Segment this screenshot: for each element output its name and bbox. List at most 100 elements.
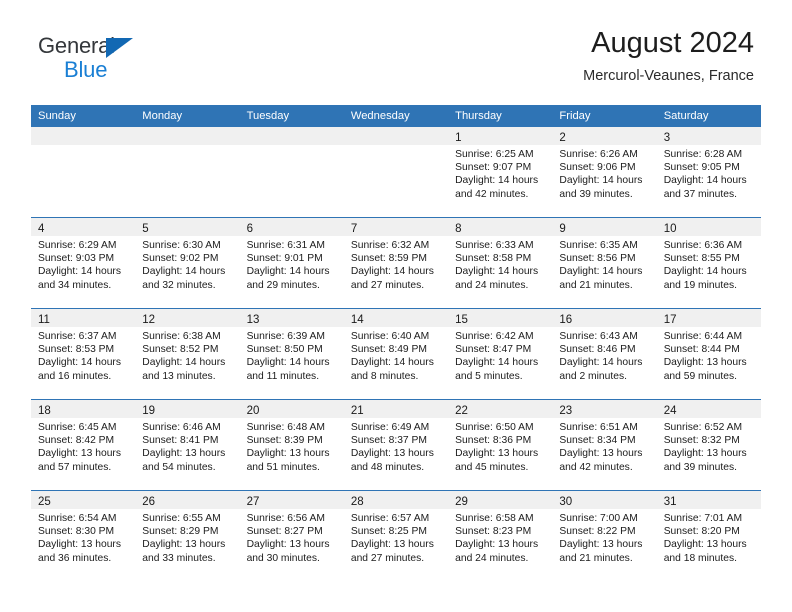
calendar-day-cell[interactable]: 27 Sunrise: 6:56 AM Sunset: 8:27 PM Dayligh… [239, 490, 344, 581]
general-blue-logo: General Blue [38, 33, 258, 85]
weekday-header-sunday: Sunday [31, 105, 136, 127]
daylight-text-line1: Daylight: 14 hours [559, 175, 643, 187]
day-details: Sunrise: 6:35 AM Sunset: 8:56 PM Daylight:… [552, 236, 656, 292]
day-number: 24 [663, 405, 677, 417]
daylight-text-line2: and 29 minutes. [246, 279, 320, 291]
day-number-band: 5 [135, 218, 240, 236]
calendar-day-cell[interactable]: 7 Sunrise: 6:32 AM Sunset: 8:59 PM Daylight… [343, 217, 449, 309]
daylight-text-line2: and 30 minutes. [246, 552, 320, 564]
sunrise-text: Sunrise: 6:29 AM [38, 240, 117, 251]
sunset-text: Sunset: 8:49 PM [350, 344, 427, 356]
day-number-band: 18 [31, 400, 136, 418]
calendar-week-row: 11 Sunrise: 6:37 AM Sunset: 8:53 PM Dayligh… [31, 308, 761, 400]
calendar-week-row: 4 Sunrise: 6:29 AM Sunset: 9:03 PM Daylight… [31, 217, 761, 309]
day-details: Sunrise: 6:55 AM Sunset: 8:29 PM Daylight:… [135, 509, 239, 565]
calendar-cell-empty [343, 127, 449, 218]
calendar-day-cell[interactable]: 25 Sunrise: 6:54 AM Sunset: 8:30 PM Dayligh… [31, 490, 136, 581]
calendar-day-cell[interactable]: 16 Sunrise: 6:43 AM Sunset: 8:46 PM Dayligh… [552, 308, 657, 400]
daylight-text-line1: Daylight: 14 hours [142, 357, 226, 369]
daylight-text-line1: Daylight: 13 hours [38, 448, 121, 460]
calendar-day-cell[interactable]: 5 Sunrise: 6:30 AM Sunset: 9:02 PM Daylight… [135, 217, 240, 309]
daylight-text-line2: and 18 minutes. [663, 552, 737, 564]
calendar-day-cell[interactable]: 20 Sunrise: 6:48 AM Sunset: 8:39 PM Dayligh… [239, 399, 344, 491]
day-number: 16 [559, 314, 573, 326]
day-details: Sunrise: 6:52 AM Sunset: 8:32 PM Daylight:… [657, 418, 761, 474]
calendar-day-cell[interactable]: 11 Sunrise: 6:37 AM Sunset: 8:53 PM Dayligh… [31, 308, 136, 400]
calendar-day-cell[interactable]: 13 Sunrise: 6:39 AM Sunset: 8:50 PM Dayligh… [239, 308, 344, 400]
calendar-day-cell[interactable]: 21 Sunrise: 6:49 AM Sunset: 8:37 PM Dayligh… [343, 399, 449, 491]
calendar-day-cell[interactable]: 24 Sunrise: 6:52 AM Sunset: 8:32 PM Dayligh… [656, 399, 761, 491]
day-number: 4 [38, 223, 45, 235]
calendar-day-cell[interactable]: 18 Sunrise: 6:45 AM Sunset: 8:42 PM Dayligh… [31, 399, 136, 491]
sunset-text: Sunset: 9:02 PM [142, 253, 219, 265]
calendar-day-cell[interactable]: 8 Sunrise: 6:33 AM Sunset: 8:58 PM Daylight… [448, 217, 553, 309]
calendar-day-cell[interactable]: 30 Sunrise: 7:00 AM Sunset: 8:22 PM Dayligh… [552, 490, 657, 581]
day-number-band [31, 127, 136, 145]
sunrise-text: Sunrise: 6:35 AM [559, 240, 638, 251]
day-details: Sunrise: 6:46 AM Sunset: 8:41 PM Daylight:… [135, 418, 239, 474]
calendar-day-cell[interactable]: 3 Sunrise: 6:28 AM Sunset: 9:05 PM Daylight… [656, 127, 761, 218]
day-details: Sunrise: 6:42 AM Sunset: 8:47 PM Daylight:… [448, 327, 552, 383]
calendar-day-cell[interactable]: 15 Sunrise: 6:42 AM Sunset: 8:47 PM Dayligh… [448, 308, 553, 400]
daylight-text-line1: Daylight: 14 hours [350, 266, 434, 278]
calendar-week-row: 25 Sunrise: 6:54 AM Sunset: 8:30 PM Dayligh… [31, 490, 761, 581]
daylight-text-line1: Daylight: 13 hours [455, 539, 539, 551]
calendar-day-cell[interactable]: 19 Sunrise: 6:46 AM Sunset: 8:41 PM Dayligh… [135, 399, 240, 491]
sunrise-text: Sunrise: 6:57 AM [350, 513, 430, 524]
calendar-day-cell[interactable]: 2 Sunrise: 6:26 AM Sunset: 9:06 PM Daylight… [552, 127, 657, 218]
day-details: Sunrise: 6:31 AM Sunset: 9:01 PM Daylight:… [240, 236, 344, 292]
day-details: Sunrise: 6:50 AM Sunset: 8:36 PM Daylight:… [448, 418, 552, 474]
calendar-day-cell[interactable]: 29 Sunrise: 6:58 AM Sunset: 8:23 PM Dayligh… [448, 490, 553, 581]
calendar-day-cell[interactable]: 22 Sunrise: 6:50 AM Sunset: 8:36 PM Dayligh… [448, 399, 553, 491]
calendar-day-cell[interactable]: 4 Sunrise: 6:29 AM Sunset: 9:03 PM Daylight… [31, 217, 136, 309]
day-number: 20 [246, 405, 260, 417]
daylight-text-line1: Daylight: 14 hours [559, 357, 643, 369]
day-number: 8 [455, 223, 462, 235]
daylight-text-line2: and 54 minutes. [142, 461, 216, 473]
day-details: Sunrise: 6:49 AM Sunset: 8:37 PM Daylight:… [344, 418, 448, 474]
day-number-band: 20 [239, 400, 344, 418]
sunset-text: Sunset: 8:55 PM [663, 253, 740, 265]
sunrise-text: Sunrise: 6:36 AM [663, 240, 743, 251]
daylight-text-line1: Daylight: 13 hours [559, 448, 643, 460]
calendar-day-cell[interactable]: 12 Sunrise: 6:38 AM Sunset: 8:52 PM Dayligh… [135, 308, 240, 400]
day-number: 19 [142, 405, 156, 417]
calendar-day-cell[interactable]: 26 Sunrise: 6:55 AM Sunset: 8:29 PM Dayligh… [135, 490, 240, 581]
sunrise-text: Sunrise: 6:51 AM [559, 422, 638, 433]
calendar-day-cell[interactable]: 31 Sunrise: 7:01 AM Sunset: 8:20 PM Dayligh… [656, 490, 761, 581]
daylight-text-line1: Daylight: 14 hours [38, 266, 121, 278]
day-details: Sunrise: 6:36 AM Sunset: 8:55 PM Daylight:… [657, 236, 761, 292]
sunset-text: Sunset: 8:56 PM [559, 253, 636, 265]
day-details: Sunrise: 6:30 AM Sunset: 9:02 PM Daylight:… [135, 236, 239, 292]
calendar-day-cell[interactable]: 28 Sunrise: 6:57 AM Sunset: 8:25 PM Dayligh… [343, 490, 449, 581]
calendar-day-cell[interactable]: 14 Sunrise: 6:40 AM Sunset: 8:49 PM Dayligh… [343, 308, 449, 400]
calendar-day-cell[interactable]: 23 Sunrise: 6:51 AM Sunset: 8:34 PM Dayligh… [552, 399, 657, 491]
page-title: August 2024 [591, 27, 754, 59]
calendar-grid: Sunday Monday Tuesday Wednesday Thursday… [31, 105, 761, 581]
daylight-text-line1: Daylight: 14 hours [455, 175, 539, 187]
calendar-day-cell[interactable]: 10 Sunrise: 6:36 AM Sunset: 8:55 PM Dayligh… [656, 217, 761, 309]
daylight-text-line2: and 51 minutes. [246, 461, 320, 473]
day-number-band: 30 [552, 491, 657, 509]
calendar-day-cell[interactable]: 17 Sunrise: 6:44 AM Sunset: 8:44 PM Dayligh… [656, 308, 761, 400]
sunrise-text: Sunrise: 6:32 AM [350, 240, 430, 251]
sunset-text: Sunset: 8:37 PM [350, 435, 427, 447]
calendar-body: 1 Sunrise: 6:25 AM Sunset: 9:07 PM Daylight… [31, 127, 761, 581]
day-details: Sunrise: 6:33 AM Sunset: 8:58 PM Daylight:… [448, 236, 552, 292]
day-details: Sunrise: 6:40 AM Sunset: 8:49 PM Daylight:… [344, 327, 448, 383]
daylight-text-line2: and 39 minutes. [559, 188, 633, 200]
calendar-day-cell[interactable]: 9 Sunrise: 6:35 AM Sunset: 8:56 PM Daylight… [552, 217, 657, 309]
day-number-band: 25 [31, 491, 136, 509]
sunset-text: Sunset: 8:50 PM [246, 344, 323, 356]
sunrise-text: Sunrise: 6:37 AM [38, 331, 117, 342]
day-details: Sunrise: 6:58 AM Sunset: 8:23 PM Daylight:… [448, 509, 552, 565]
calendar-day-cell[interactable]: 6 Sunrise: 6:31 AM Sunset: 9:01 PM Daylight… [239, 217, 344, 309]
daylight-text-line2: and 5 minutes. [455, 370, 523, 382]
calendar-day-cell[interactable]: 1 Sunrise: 6:25 AM Sunset: 9:07 PM Daylight… [448, 127, 553, 218]
daylight-text-line1: Daylight: 14 hours [246, 266, 330, 278]
daylight-text-line2: and 45 minutes. [455, 461, 529, 473]
day-details: Sunrise: 6:48 AM Sunset: 8:39 PM Daylight:… [240, 418, 344, 474]
sunrise-text: Sunrise: 6:25 AM [455, 149, 534, 160]
day-number: 28 [350, 496, 364, 508]
sunrise-text: Sunrise: 7:01 AM [663, 513, 743, 524]
